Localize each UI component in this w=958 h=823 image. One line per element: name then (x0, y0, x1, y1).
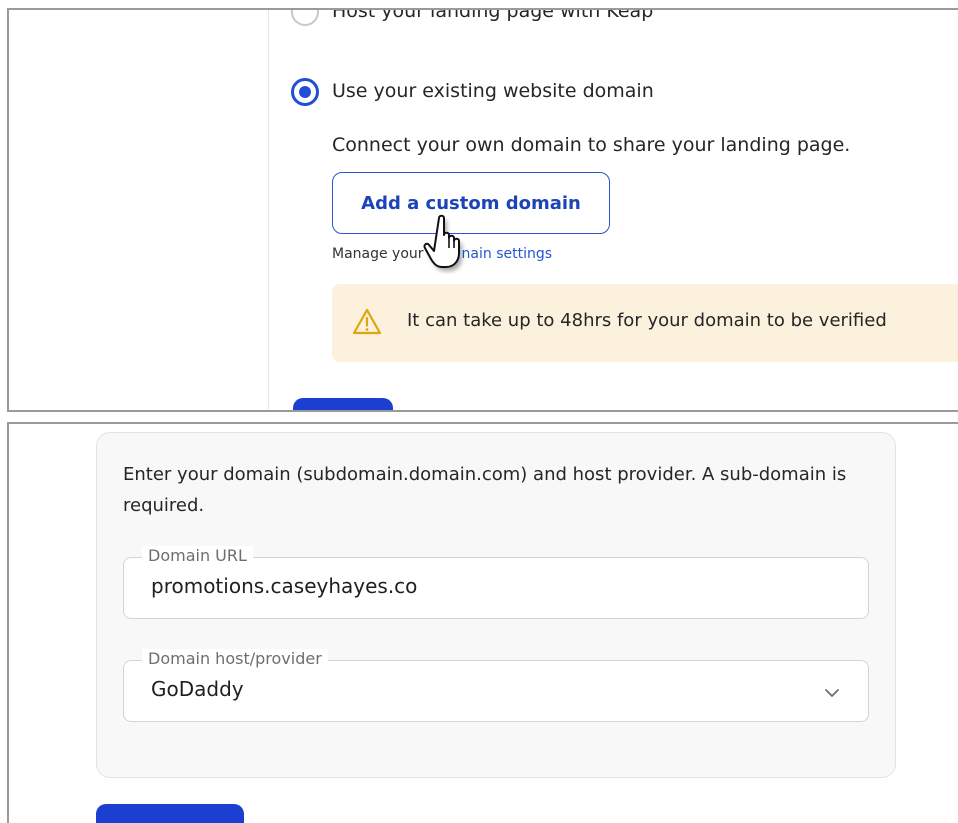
domain-form-panel: Enter your domain (subdomain.domain.com)… (7, 422, 958, 823)
manage-prefix-text: Manage your (332, 246, 424, 262)
primary-button-bottom[interactable] (96, 804, 244, 823)
domain-host-label: Domain host/provider (142, 649, 328, 668)
domain-options-panel: Host your landing page with Keap Use you… (7, 8, 958, 412)
connect-domain-description: Connect your own domain to share your la… (332, 134, 851, 156)
chevron-down-icon[interactable] (824, 684, 840, 697)
domain-host-value: GoDaddy (151, 677, 244, 701)
primary-button-top[interactable] (293, 398, 393, 410)
option-existing-domain-label: Use your existing website domain (332, 80, 654, 102)
domain-url-label: Domain URL (142, 546, 253, 565)
domain-form-card: Enter your domain (subdomain.domain.com)… (96, 432, 896, 778)
radio-use-existing-domain[interactable] (291, 78, 319, 106)
alert-text: It can take up to 48hrs for your domain … (407, 310, 887, 331)
domain-form-description: Enter your domain (subdomain.domain.com)… (123, 464, 847, 516)
divider (7, 422, 958, 424)
warning-icon (352, 308, 382, 336)
verification-alert: It can take up to 48hrs for your domain … (332, 284, 958, 362)
radio-host-with-keap[interactable] (291, 10, 319, 26)
domain-url-field[interactable]: Domain URL promotions.caseyhayes.co (123, 546, 869, 619)
domain-host-select[interactable]: Domain host/provider GoDaddy (123, 649, 869, 722)
pointer-cursor-icon (423, 212, 483, 274)
divider (7, 422, 9, 823)
divider (268, 10, 269, 410)
option-host-with-keap-label: Host your landing page with Keap (332, 8, 654, 22)
domain-url-value[interactable]: promotions.caseyhayes.co (151, 574, 417, 598)
